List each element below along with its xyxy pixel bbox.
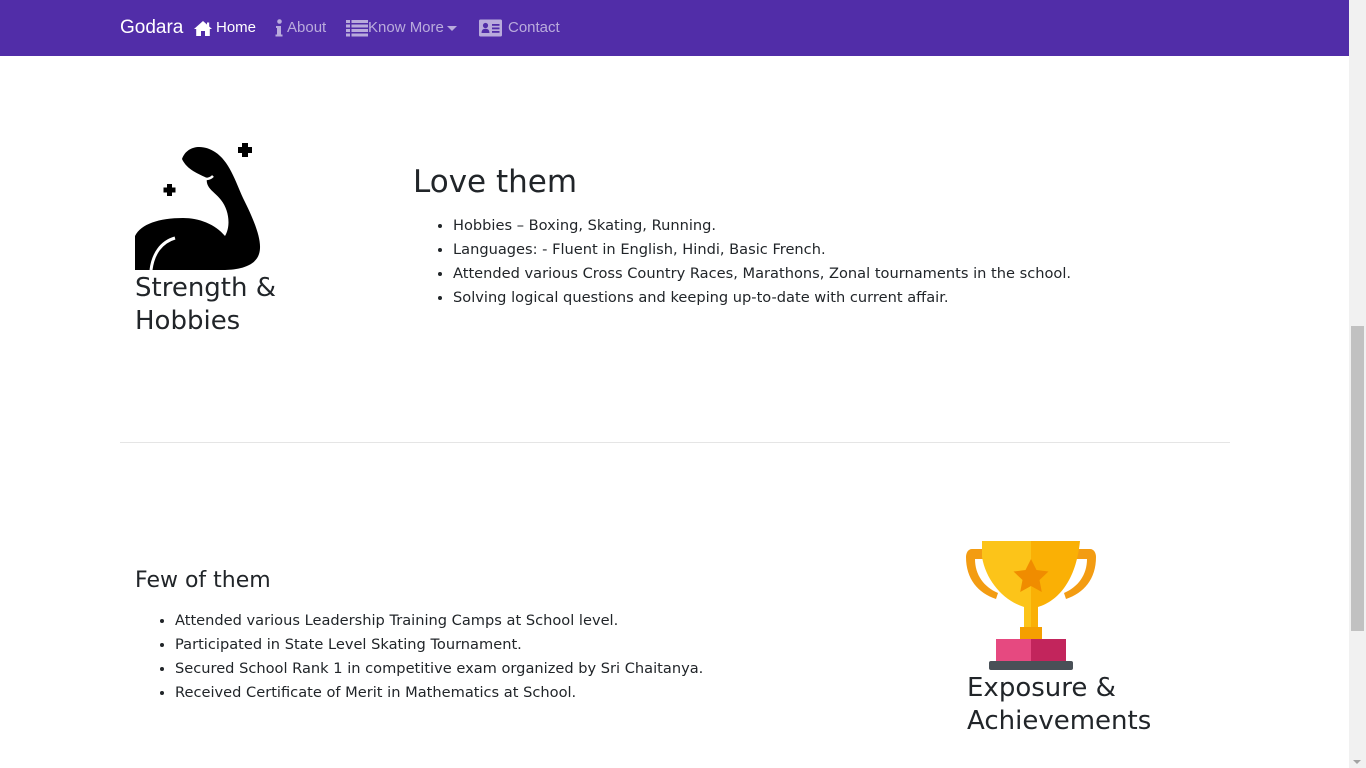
info-icon <box>275 19 283 37</box>
list-item: Participated in State Level Skating Tour… <box>175 633 875 657</box>
section-title-exposure-achievements: Exposure & Achievements <box>967 673 1152 736</box>
list-item: Hobbies – Boxing, Skating, Running. <box>453 214 1213 238</box>
home-icon <box>193 20 213 37</box>
nav-home-label: Home <box>216 19 257 36</box>
scroll-down-arrow-icon[interactable] <box>1353 760 1361 764</box>
scrollbar-thumb[interactable] <box>1351 326 1364 631</box>
hobbies-list: Hobbies – Boxing, Skating, Running. Lang… <box>413 214 1213 310</box>
list-item: Languages: - Fluent in English, Hindi, B… <box>453 238 1213 262</box>
list-item: Secured School Rank 1 in competitive exa… <box>175 657 875 681</box>
section-heading-few-of-them: Few of them <box>135 568 271 593</box>
nav-about-link[interactable]: About <box>275 17 326 39</box>
list-item: Received Certificate of Merit in Mathema… <box>175 681 875 705</box>
nav-know-more-dropdown[interactable]: Know More <box>346 17 457 39</box>
list-item: Attended various Leadership Training Cam… <box>175 609 875 633</box>
nav-about-label: About <box>287 19 327 36</box>
list-icon <box>346 19 368 37</box>
section-divider <box>120 442 1230 443</box>
trophy-icon <box>966 541 1096 675</box>
chevron-down-icon <box>446 26 457 31</box>
vertical-scrollbar[interactable] <box>1349 0 1366 768</box>
list-item: Attended various Cross Country Races, Ma… <box>453 262 1213 286</box>
flexed-arm-icon <box>135 140 265 276</box>
navbar-brand[interactable]: Godara <box>120 16 183 40</box>
navbar: Godara Home About Know More Contact <box>0 0 1349 56</box>
nav-contact-label: Contact <box>508 19 560 36</box>
list-item: Solving logical questions and keeping up… <box>453 286 1213 310</box>
section-heading-love-them: Love them <box>413 164 578 200</box>
nav-know-more-label: Know More <box>368 19 444 36</box>
achievements-list: Attended various Leadership Training Cam… <box>135 609 875 705</box>
nav-home-link[interactable]: Home <box>193 17 256 39</box>
address-card-icon <box>479 19 502 37</box>
section-title-strength-hobbies: Strength & Hobbies <box>135 273 277 336</box>
nav-contact-link[interactable]: Contact <box>479 17 560 39</box>
